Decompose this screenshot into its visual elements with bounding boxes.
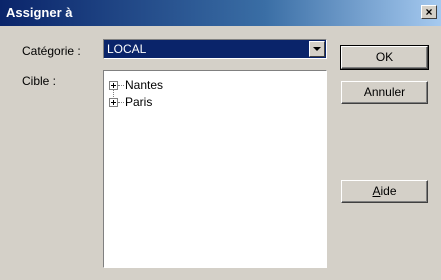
tree-item-label[interactable]: Paris [125, 95, 152, 109]
cancel-button[interactable]: Annuler [341, 81, 428, 104]
tree-connector [118, 102, 124, 103]
close-icon: × [425, 5, 433, 19]
ok-button[interactable]: OK [340, 45, 429, 70]
close-button[interactable]: × [421, 5, 437, 19]
title-bar: Assigner à × [0, 0, 441, 26]
help-mnemonic: A [372, 184, 381, 198]
tree-connector [118, 85, 124, 86]
tree-item-label[interactable]: Nantes [125, 78, 163, 92]
help-label-rest: ide [380, 184, 397, 198]
category-select[interactable]: LOCAL [103, 39, 327, 59]
chevron-down-icon[interactable] [309, 41, 325, 57]
category-value: LOCAL [107, 42, 147, 56]
help-button[interactable]: Aide [341, 180, 428, 203]
expand-icon[interactable] [109, 98, 118, 107]
category-label: Catégorie : [22, 44, 81, 58]
expand-icon[interactable] [109, 81, 118, 90]
target-tree[interactable]: Nantes Paris [103, 70, 327, 268]
target-label: Cible : [22, 74, 57, 88]
window-title: Assigner à [6, 5, 73, 20]
